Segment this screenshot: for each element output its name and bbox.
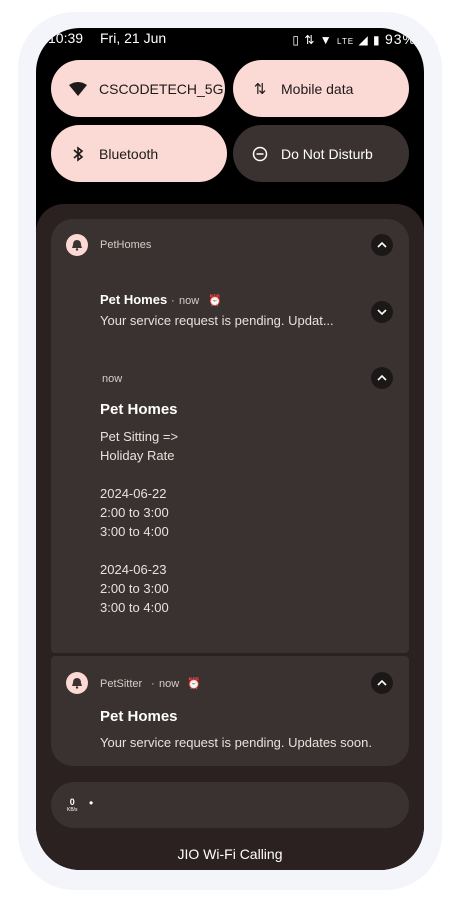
notification-text: Your service request is pending. Updates… — [100, 735, 372, 750]
petsitter-notification[interactable]: PetSitter · now ⏰ Pet Homes Your service… — [51, 656, 409, 766]
speed-unit: KB/s — [67, 807, 78, 813]
carrier-label: JIO Wi-Fi Calling — [177, 846, 283, 862]
battery-icon: ▮ — [373, 33, 381, 47]
expanded-time: now — [102, 373, 123, 385]
body-line — [100, 465, 178, 484]
wifi-status-icon: ▼ — [319, 33, 333, 47]
expanded-title: Pet Homes — [100, 401, 178, 418]
app-name: PetHomes — [100, 239, 152, 251]
body-line: 2:00 to 3:00 — [100, 581, 169, 596]
dot-indicator: • — [89, 796, 94, 810]
notification-shade: PetHomes Pet Homes · now ⏰ Your service … — [36, 204, 424, 870]
body-line: 2024-06-23 — [100, 562, 167, 577]
alarm-icon: ⏰ — [208, 295, 222, 307]
battery-percent: 93% — [384, 31, 416, 47]
phone-screen: 10:39 Fri, 21 Jun ▯ ⇅ ▼ LTE ◢ ▮ 93% CSCO… — [36, 28, 424, 870]
chevron-up-icon — [377, 375, 387, 381]
body-line: Holiday Rate — [100, 448, 175, 463]
body-line: 2024-06-22 — [100, 486, 167, 501]
chevron-up-icon — [377, 680, 387, 686]
dnd-tile[interactable]: Do Not Disturb — [233, 125, 409, 182]
chevron-down-icon — [377, 309, 387, 315]
notification-time: now — [159, 678, 180, 690]
alarm-icon: ⏰ — [187, 678, 201, 690]
mobile-data-tile[interactable]: ⇅ Mobile data — [233, 60, 409, 117]
app-name: PetSitter — [100, 678, 143, 690]
chevron-up-icon — [377, 242, 387, 248]
summary-time: now — [179, 295, 200, 307]
vibrate-icon: ▯ — [292, 33, 301, 47]
status-time: 10:39 — [48, 30, 84, 46]
expanded-body: Pet Sitting => Holiday Rate 2024-06-22 2… — [100, 427, 178, 617]
body-line: Pet Sitting => — [100, 429, 179, 444]
status-icons: ▯ ⇅ ▼ LTE ◢ ▮ 93% — [292, 31, 416, 47]
bluetooth-tile-label: Bluetooth — [99, 145, 159, 162]
collapse-petsitter-button[interactable] — [371, 672, 393, 694]
summary-text: Your service request is pending. Updat..… — [100, 313, 334, 328]
expand-summary-button[interactable] — [371, 301, 393, 323]
network-speed-notification[interactable]: 0 KB/s • — [51, 782, 409, 828]
body-line: 3:00 to 4:00 — [100, 600, 169, 615]
bluetooth-tile[interactable]: Bluetooth — [51, 125, 227, 182]
status-date: Fri, 21 Jun — [100, 30, 167, 46]
body-line — [100, 541, 178, 560]
mobile-data-tile-label: Mobile data — [281, 80, 354, 97]
body-line: 3:00 to 4:00 — [100, 524, 169, 539]
collapse-group-button[interactable] — [371, 234, 393, 256]
dnd-tile-label: Do Not Disturb — [281, 145, 373, 162]
wifi-tile-label: CSCODETECH_5G — [99, 80, 224, 97]
body-line: 2:00 to 3:00 — [100, 505, 169, 520]
speed-value: 0 KB/s — [67, 798, 78, 814]
status-bar: 10:39 Fri, 21 Jun ▯ ⇅ ▼ LTE ◢ ▮ 93% — [36, 28, 424, 50]
summary-separator: · — [171, 295, 175, 307]
network-type-label: LTE — [337, 37, 355, 46]
summary-title: Pet Homes — [100, 292, 168, 307]
notification-title: Pet Homes — [100, 708, 178, 725]
bell-icon — [66, 234, 88, 256]
bell-icon — [66, 672, 88, 694]
wifi-tile[interactable]: CSCODETECH_5G — [51, 60, 225, 117]
separator: · — [151, 678, 155, 690]
pethomes-notification-group[interactable]: PetHomes Pet Homes · now ⏰ Your service … — [51, 219, 409, 653]
signal-icon: ◢ — [358, 33, 369, 47]
collapse-expanded-button[interactable] — [371, 367, 393, 389]
bluetooth-icon — [67, 143, 89, 165]
minus-circle-icon — [249, 143, 271, 165]
wifi-icon — [67, 78, 89, 100]
data-arrows-icon: ⇅ — [304, 33, 316, 47]
speed-number: 0 — [69, 797, 75, 807]
swap-vert-icon: ⇅ — [253, 80, 267, 98]
